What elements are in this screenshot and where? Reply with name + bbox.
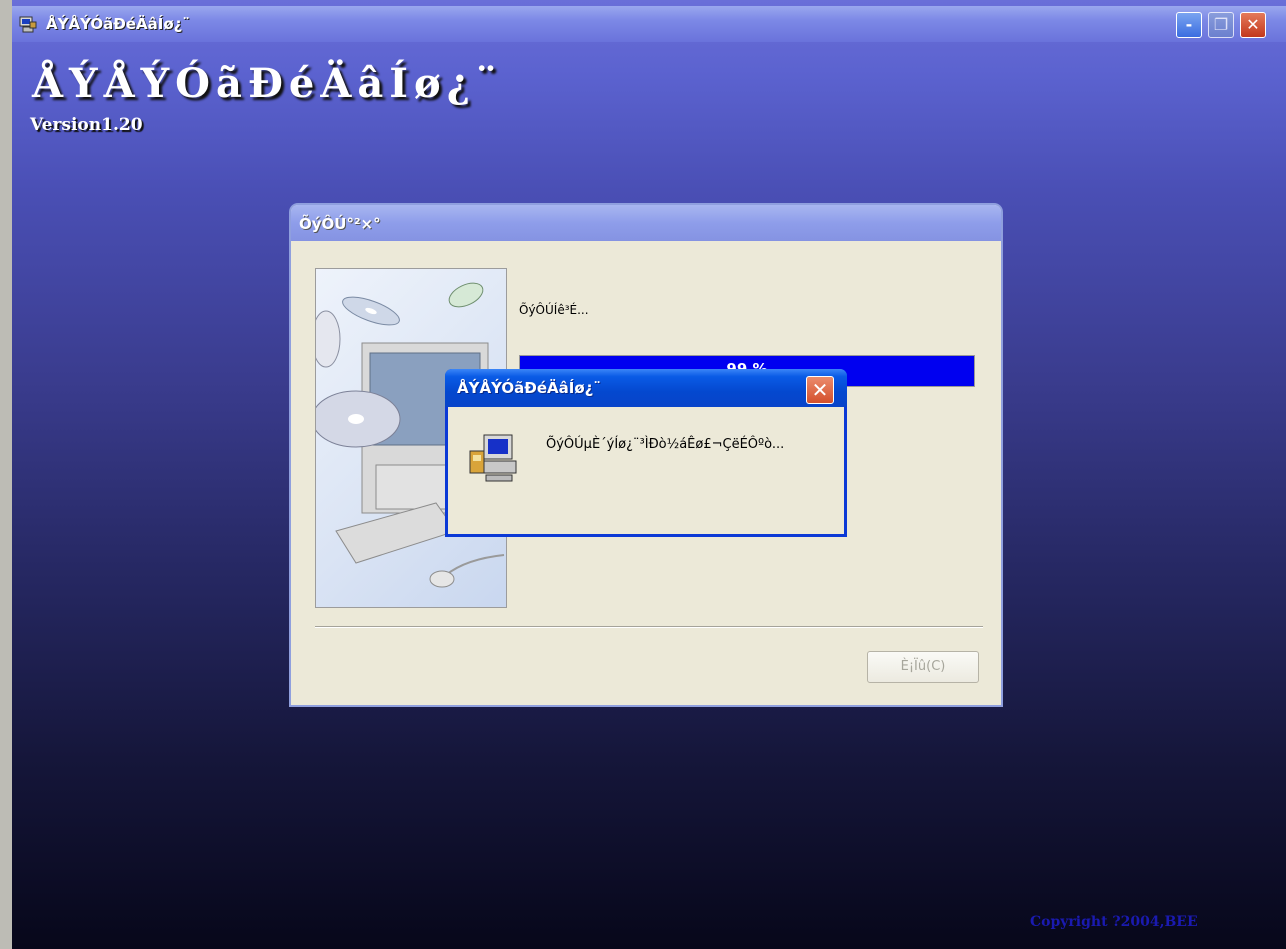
- close-button[interactable]: ✕: [1240, 12, 1266, 38]
- message-box-close-button[interactable]: ✕: [806, 376, 834, 404]
- maximize-button[interactable]: ❐: [1208, 12, 1234, 38]
- main-window-title: ÅÝÅÝÓãÐéÄâÍø¿¨: [46, 15, 190, 33]
- close-icon: ✕: [811, 378, 829, 402]
- app-heading: ÅÝÅÝÓãÐéÄâÍø¿¨: [32, 60, 503, 107]
- install-dialog-title: ÕýÔÚ°²×°: [299, 215, 381, 233]
- computer-install-icon: [469, 434, 517, 482]
- installer-app-icon: [19, 16, 37, 33]
- maximize-icon: ❐: [1213, 15, 1229, 34]
- desktop-edge-left: [0, 0, 12, 949]
- message-box-body: ÕýÔÚµÈ´ýÍø¿¨³ÌÐò½áÊø£¬ÇëÉÔºò...: [448, 407, 844, 534]
- copyright-text: Copyright ?2004,BEE: [1030, 914, 1198, 930]
- close-icon: ✕: [1246, 15, 1260, 34]
- cancel-button[interactable]: È¡Ïû(C): [867, 651, 979, 683]
- install-status-text: ÕýÔÚÍê³É...: [519, 303, 589, 317]
- message-box-title: ÅÝÅÝÓãÐéÄâÍø¿¨: [457, 379, 601, 397]
- minimize-button[interactable]: -: [1176, 12, 1202, 38]
- install-dialog-titlebar[interactable]: ÕýÔÚ°²×°: [291, 205, 1001, 241]
- message-box-text: ÕýÔÚµÈ´ýÍø¿¨³ÌÐò½áÊø£¬ÇëÉÔºò...: [546, 437, 785, 452]
- minimize-icon: -: [1185, 15, 1193, 34]
- dialog-separator: [315, 626, 983, 628]
- message-box-titlebar[interactable]: ÅÝÅÝÓãÐéÄâÍø¿¨ ✕: [445, 369, 847, 407]
- app-version: Version1.20: [30, 115, 143, 135]
- main-titlebar[interactable]: ÅÝÅÝÓãÐéÄâÍø¿¨ - ❐ ✕: [12, 6, 1286, 42]
- message-box: ÅÝÅÝÓãÐéÄâÍø¿¨ ✕ ÕýÔÚµÈ´ýÍø¿¨³ÌÐò½áÊø£¬Ç…: [445, 369, 847, 537]
